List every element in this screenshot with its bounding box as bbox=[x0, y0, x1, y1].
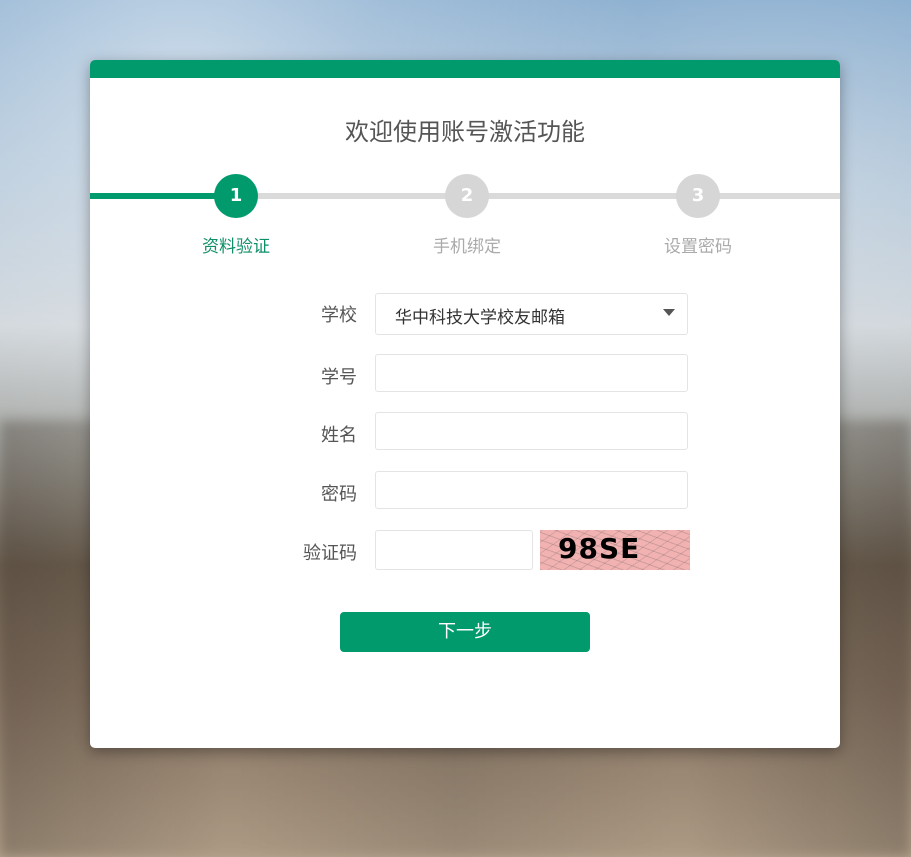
student-id-label: 学号 bbox=[321, 367, 357, 388]
next-step-button[interactable]: 下一步 bbox=[340, 612, 590, 652]
password-label: 密码 bbox=[321, 484, 357, 505]
captcha-label: 验证码 bbox=[303, 543, 357, 564]
chevron-down-icon bbox=[663, 309, 675, 316]
school-select[interactable]: 华中科技大学校友邮箱 bbox=[375, 293, 688, 335]
captcha-image-text: 98SE bbox=[558, 532, 641, 565]
name-input[interactable] bbox=[375, 412, 688, 450]
step-3-label: 设置密码 bbox=[664, 237, 732, 257]
step-3-circle: 3 bbox=[676, 174, 720, 218]
progress-track-pending bbox=[236, 193, 840, 199]
school-select-value: 华中科技大学校友邮箱 bbox=[395, 308, 565, 328]
school-label: 学校 bbox=[321, 305, 357, 326]
step-1-circle: 1 bbox=[214, 174, 258, 218]
card-accent-bar bbox=[90, 60, 840, 78]
step-2-circle: 2 bbox=[445, 174, 489, 218]
step-1-label: 资料验证 bbox=[202, 237, 270, 257]
password-input[interactable] bbox=[375, 471, 688, 509]
captcha-image[interactable]: 98SE bbox=[540, 530, 690, 570]
captcha-input[interactable] bbox=[375, 530, 533, 570]
student-id-input[interactable] bbox=[375, 354, 688, 392]
name-label: 姓名 bbox=[321, 425, 357, 446]
activation-card: 欢迎使用账号激活功能 1 2 3 资料验证 手机绑定 设置密码 学校 华中科技大… bbox=[90, 60, 840, 748]
step-2-label: 手机绑定 bbox=[433, 237, 501, 257]
page-title: 欢迎使用账号激活功能 bbox=[345, 118, 585, 146]
